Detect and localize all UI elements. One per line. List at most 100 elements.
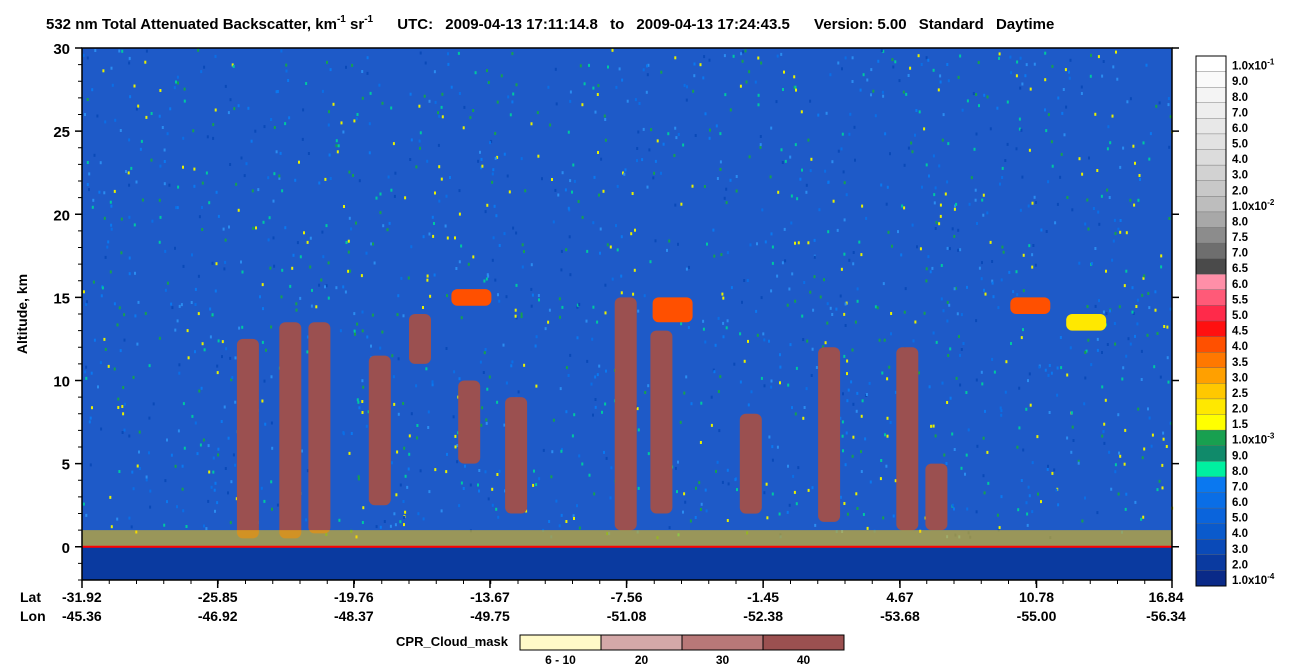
noise-speck [152,402,155,406]
noise-speck [190,301,193,304]
noise-speck [917,54,920,58]
noise-speck [771,245,774,249]
noise-speck [805,183,808,187]
noise-speck [763,384,766,388]
noise-speck [1020,128,1023,132]
noise-speck [783,227,786,231]
noise-speck [855,409,858,413]
noise-speck [1156,332,1159,335]
noise-speck [361,329,364,333]
noise-speck [487,274,490,278]
noise-speck [270,325,273,329]
noise-speck [668,239,671,243]
noise-speck [517,390,520,394]
noise-speck [694,516,697,519]
noise-speck [781,261,784,265]
noise-speck [927,255,930,259]
noise-speck [355,117,358,121]
noise-speck [394,523,397,527]
lon-tick-label: -52.38 [743,608,783,624]
noise-speck [110,227,113,231]
noise-speck [805,387,808,391]
noise-speck [856,391,859,395]
noise-speck [492,168,495,172]
noise-speck [868,381,871,385]
noise-speck [136,342,139,346]
noise-speck [765,482,768,486]
noise-speck [781,161,784,164]
noise-speck [368,151,371,155]
noise-speck [685,98,688,102]
noise-speck [320,278,323,282]
noise-speck [280,295,283,299]
noise-speck [479,360,482,364]
noise-speck [1167,103,1170,107]
noise-speck [128,56,131,60]
noise-speck [578,302,581,306]
noise-speck [458,377,461,381]
y-tick-label: 30 [53,41,70,58]
noise-speck [946,246,949,250]
noise-speck [97,385,99,389]
noise-speck [356,398,359,402]
noise-speck [841,434,844,438]
noise-speck [194,350,196,354]
noise-speck [585,319,588,323]
noise-speck [974,188,977,192]
noise-speck [916,245,918,249]
noise-speck [560,249,563,253]
noise-speck [299,255,302,259]
noise-speck [399,520,402,524]
noise-speck [1087,338,1090,342]
noise-speck [368,122,371,126]
noise-speck [662,142,665,146]
noise-speck [84,370,87,374]
noise-speck [128,215,131,219]
noise-speck [318,283,321,287]
noise-speck [280,49,283,53]
noise-speck [789,155,792,159]
colorbar-label: 5.5 [1232,294,1249,306]
noise-speck [279,151,282,155]
noise-speck [224,84,227,88]
noise-speck [1070,411,1073,415]
noise-speck [674,126,677,130]
noise-speck [548,520,551,523]
noise-speck [925,267,928,271]
noise-speck [332,102,335,106]
noise-speck [1125,269,1128,273]
noise-speck [378,83,381,87]
noise-speck [350,227,353,231]
noise-speck [113,302,116,306]
noise-speck [496,100,499,104]
noise-speck [905,92,908,96]
noise-speck [927,58,930,62]
noise-speck [211,261,214,265]
noise-speck [273,172,276,176]
noise-speck [983,93,986,97]
noise-speck [559,387,562,391]
noise-speck [771,445,774,449]
noise-speck [837,149,840,153]
noise-speck [505,381,508,385]
noise-speck [250,139,253,143]
noise-speck [618,67,621,71]
noise-speck [680,202,683,206]
noise-speck [1129,97,1132,101]
noise-speck [1047,464,1049,468]
noise-speck [912,339,915,343]
noise-speck [579,64,582,68]
noise-speck [137,300,140,304]
noise-speck [183,87,186,91]
noise-speck [700,401,703,405]
noise-speck [1096,511,1099,515]
noise-speck [973,147,976,151]
noise-speck [357,475,360,479]
noise-speck [541,177,543,181]
cloud-feature [308,322,331,534]
noise-speck [760,296,763,300]
noise-speck [624,168,627,172]
noise-speck [555,102,558,106]
noise-speck [538,298,540,302]
noise-speck [839,294,842,298]
